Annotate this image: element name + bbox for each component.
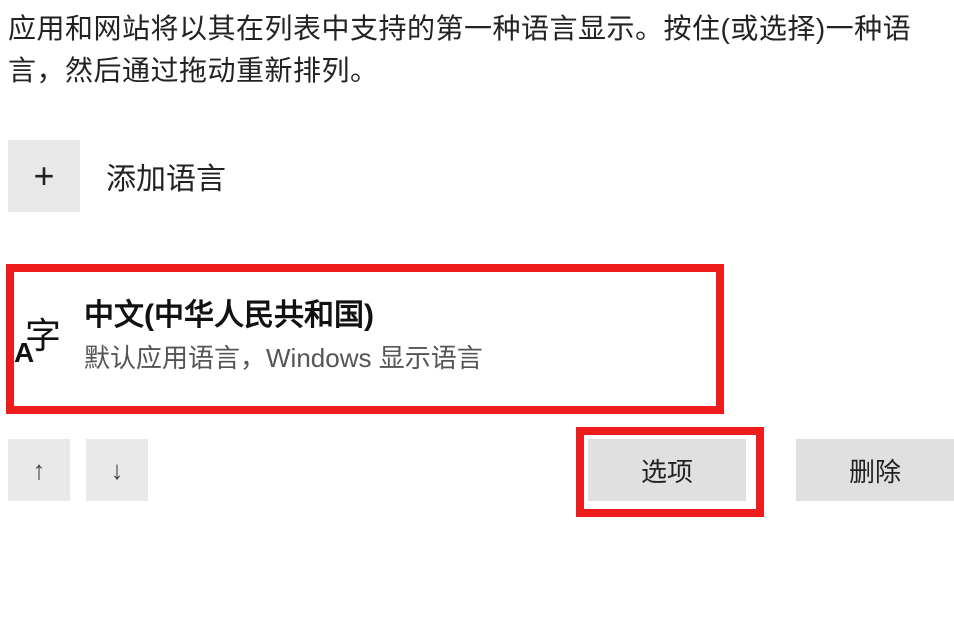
arrow-up-icon: ↑ (33, 455, 46, 486)
move-down-button[interactable]: ↓ (86, 439, 148, 501)
plus-icon: + (33, 155, 54, 197)
language-text: 中文(中华人民共和国) 默认应用语言，Windows 显示语言 (84, 290, 483, 375)
arrow-down-icon: ↓ (111, 455, 124, 486)
add-language-label: 添加语言 (106, 154, 226, 198)
language-description: 应用和网站将以其在列表中支持的第一种语言显示。按住(或选择)一种语言，然后通过拖… (8, 8, 954, 92)
options-wrap: 选项 (578, 429, 756, 511)
options-button[interactable]: 选项 (588, 439, 746, 501)
action-row: ↑ ↓ 选项 删除 (8, 429, 954, 511)
move-up-button[interactable]: ↑ (8, 439, 70, 501)
add-language-row[interactable]: + 添加语言 (8, 140, 954, 212)
language-subtitle: 默认应用语言，Windows 显示语言 (84, 338, 483, 375)
language-name: 中文(中华人民共和国) (84, 290, 483, 334)
add-language-button[interactable]: + (8, 140, 80, 212)
delete-button[interactable]: 删除 (796, 439, 954, 501)
language-item-wrapper: 字 A 中文(中华人民共和国) 默认应用语言，Windows 显示语言 (8, 272, 954, 401)
language-item[interactable]: 字 A 中文(中华人民共和国) 默认应用语言，Windows 显示语言 (8, 272, 714, 401)
language-glyph-icon: 字 A (20, 307, 66, 359)
